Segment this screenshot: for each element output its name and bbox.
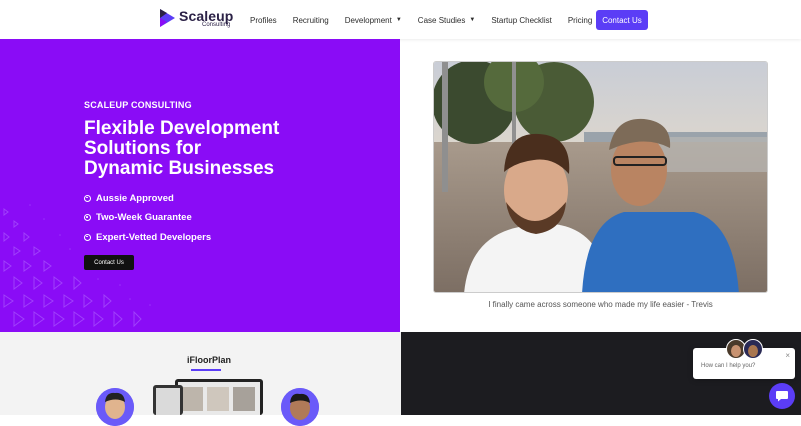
chat-open-button[interactable] [769, 383, 795, 409]
testimonial-caption: I finally came across someone who made m… [488, 300, 713, 309]
close-icon[interactable]: × [785, 351, 790, 360]
nav-startup-checklist[interactable]: Startup Checklist [491, 16, 551, 25]
feature-label: Expert-Vetted Developers [96, 231, 212, 243]
logo-mark-icon [160, 9, 175, 27]
hero-contact-button[interactable]: Contact Us [84, 255, 134, 270]
avatar-image [96, 388, 134, 426]
nav-label: Startup Checklist [491, 15, 552, 25]
header-contact-button[interactable]: Contact Us [596, 10, 648, 30]
hero-section: SCALEUP CONSULTING Flexible Development … [0, 39, 400, 332]
feature-label: Aussie Approved [96, 192, 174, 204]
hero-headline-line: Dynamic Businesses [84, 158, 275, 179]
nav-development[interactable]: Development ▼ [345, 16, 402, 25]
nav-pricing[interactable]: Pricing [568, 16, 592, 25]
section-title: iFloorPlan [187, 355, 232, 365]
chat-bubble-icon [776, 391, 788, 402]
brand-logo[interactable]: Scaleup Consulting [158, 7, 233, 31]
feature-item: Two-Week Guarantee [84, 212, 211, 224]
hero-headline-line: Flexible Development [84, 118, 280, 139]
avatar [96, 388, 134, 426]
hero-headline: Flexible Development Solutions for Dynam… [84, 119, 344, 179]
bullet-circle-icon [84, 233, 91, 241]
hero-headline-line: Solutions for [84, 138, 202, 159]
feature-label: Two-Week Guarantee [96, 212, 192, 223]
chevron-down-icon: ▼ [469, 17, 476, 23]
nav-case-studies[interactable]: Case Studies ▼ [418, 16, 476, 25]
chat-agent-avatars [726, 339, 763, 359]
avatar [281, 388, 319, 426]
testimonial-photo [433, 61, 768, 293]
chevron-down-icon: ▼ [395, 17, 402, 23]
hero-feature-list: Aussie Approved Two-Week Guarantee Exper… [84, 192, 211, 251]
site-header: Scaleup Consulting Profiles Recruiting D… [0, 0, 801, 39]
nav-recruiting[interactable]: Recruiting [293, 16, 329, 25]
chat-prompt: How can I help you? [701, 363, 756, 369]
title-underline [191, 369, 221, 371]
feature-item: Aussie Approved [84, 192, 211, 204]
selfie-image [434, 62, 767, 292]
avatar-image [281, 388, 319, 426]
brand-sub: Consulting [202, 22, 231, 28]
nav-label: Development [344, 15, 392, 25]
hero-eyebrow: SCALEUP CONSULTING [84, 100, 192, 110]
main-nav: Profiles Recruiting Development ▼ Case St… [250, 14, 608, 26]
nav-profiles[interactable]: Profiles [250, 16, 277, 25]
bullet-circle-icon [84, 194, 91, 202]
nav-label: Case Studies [417, 15, 466, 25]
nav-label: Recruiting [292, 15, 329, 25]
feature-item: Expert-Vetted Developers [84, 231, 211, 243]
nav-label: Pricing [567, 15, 593, 25]
bullet-circle-icon [84, 214, 91, 221]
nav-label: Profiles [250, 15, 277, 25]
tablet-mockup-image [153, 379, 263, 415]
